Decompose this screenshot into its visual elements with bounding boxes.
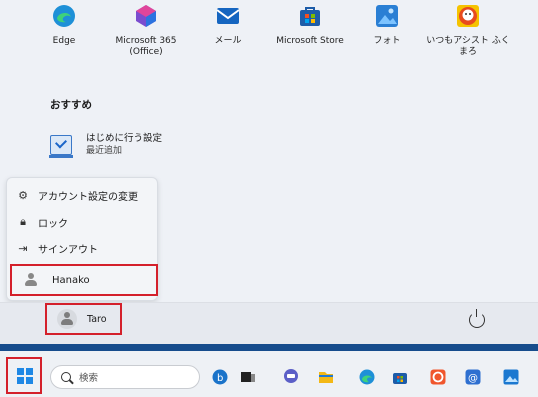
switch-user-hanako[interactable]: Hanako (10, 264, 158, 296)
user-name-hanako: Hanako (52, 274, 90, 286)
menu-item-label: ロック (38, 218, 68, 230)
assist-icon[interactable] (430, 369, 446, 385)
app-label: Microsoft Store (276, 36, 344, 46)
recommended-item-title: はじめに行う設定 (86, 133, 163, 144)
person-icon (24, 273, 38, 287)
app-label: フォト (373, 36, 401, 46)
store-icon[interactable] (392, 369, 408, 385)
svg-text:b: b (217, 373, 223, 384)
app-tile-edge[interactable]: Edge (18, 4, 110, 74)
recommended-item-subtitle: 最近追加 (86, 146, 123, 156)
lock-icon: 🔒︎ (20, 215, 26, 228)
sign-out-icon: ⇥ (18, 241, 28, 255)
power-icon[interactable] (469, 309, 485, 328)
recommended-item[interactable]: はじめに行う設定 最近追加 (49, 133, 163, 158)
bing-icon[interactable]: b (212, 369, 228, 385)
search-icon (61, 372, 71, 382)
svg-text:@: @ (468, 373, 478, 384)
photos-icon (376, 5, 398, 27)
taskbar: 検索 b @ (0, 351, 538, 397)
app-tile-photos[interactable]: フォト (341, 4, 433, 74)
menu-item-sign-out[interactable]: ⇥ サインアウト (7, 235, 157, 261)
avatar (57, 309, 77, 329)
photo-app-icon[interactable] (503, 369, 519, 385)
app-label: Microsoft 365 (Office) (115, 36, 177, 57)
search-placeholder: 検索 (79, 373, 99, 384)
app-label: メール (214, 36, 242, 46)
menu-item-label: サインアウト (38, 244, 98, 256)
fukumaro-icon (457, 5, 479, 27)
start-menu: Edge Microsoft 365 (Office) メール Microsof… (0, 0, 538, 344)
start-button[interactable] (6, 357, 42, 394)
edge-icon (53, 5, 75, 27)
at-mail-icon[interactable]: @ (465, 369, 481, 385)
app-tile-mail[interactable]: メール (182, 4, 274, 74)
office-icon (136, 5, 156, 27)
edge-icon[interactable] (359, 369, 375, 385)
pinned-apps: Edge Microsoft 365 (Office) メール Microsof… (0, 0, 538, 80)
search-input[interactable]: 検索 (50, 365, 200, 389)
windows-logo-icon (17, 368, 33, 384)
desktop-strip (0, 344, 538, 351)
account-settings-icon: ⚙ (18, 188, 28, 202)
current-user-name: Taro (87, 313, 107, 325)
file-explorer-icon[interactable] (318, 369, 334, 385)
current-user-button[interactable]: Taro (45, 303, 122, 335)
app-tile-office[interactable]: Microsoft 365 (Office) (100, 4, 192, 74)
chat-icon[interactable] (283, 369, 299, 385)
menu-item-label: アカウント設定の変更 (38, 191, 138, 203)
store-icon (300, 7, 320, 26)
user-menu: ⚙ アカウント設定の変更 🔒︎ ロック ⇥ サインアウト Hanako (6, 177, 158, 301)
mail-icon (216, 8, 240, 24)
task-view-icon[interactable] (240, 369, 256, 385)
app-label: Edge (52, 36, 76, 46)
app-tile-fukumaro[interactable]: いつもアシスト ふく まろ (422, 4, 514, 74)
menu-item-account-settings[interactable]: ⚙ アカウント設定の変更 (7, 182, 157, 208)
settings-check-icon (49, 135, 73, 158)
recommended-heading: おすすめ (50, 99, 92, 111)
menu-item-lock[interactable]: 🔒︎ ロック (7, 209, 157, 235)
app-label: いつもアシスト ふく まろ (426, 36, 510, 57)
